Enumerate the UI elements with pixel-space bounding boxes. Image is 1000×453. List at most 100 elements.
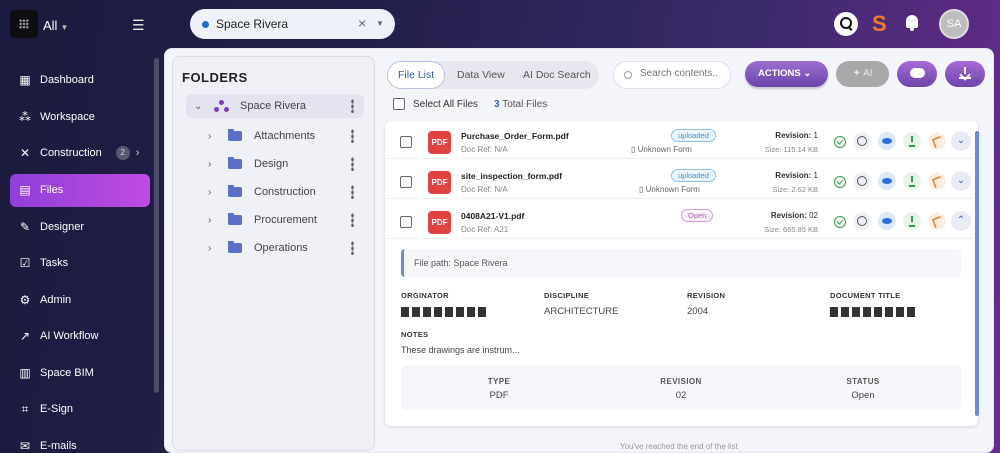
user-avatar[interactable]: SA (939, 9, 969, 39)
chevron-right-icon[interactable]: › (208, 187, 220, 198)
clipboard-icon: ▯ (639, 185, 644, 194)
file-path: File path: Space Rivera (401, 249, 961, 277)
tab-file-list[interactable]: File List (387, 61, 446, 89)
more-options-icon[interactable] (351, 185, 354, 199)
file-name[interactable]: Purchase_Order_Form.pdf (461, 131, 569, 141)
ai-button[interactable]: ✦ AI (836, 61, 889, 87)
view-icon[interactable] (878, 172, 896, 190)
row-checkbox[interactable] (400, 136, 412, 148)
folder-icon (228, 157, 242, 169)
more-options-icon[interactable] (351, 99, 354, 113)
status-label: STATUS (846, 377, 880, 386)
project-name: Space Rivera (216, 17, 289, 31)
history-icon[interactable] (853, 132, 871, 150)
expand-chevron-down-icon[interactable]: ⌄ (951, 171, 971, 191)
count-badge: 2 (115, 146, 130, 161)
status-badge: uploaded (671, 129, 716, 142)
bim-icon: ▥ (19, 365, 31, 380)
collapse-chevron-up-icon[interactable]: ⌃ (951, 211, 971, 231)
sidebar-item-files[interactable]: ▤ Files (10, 173, 150, 207)
clipboard-icon: ▯ (631, 145, 636, 154)
more-options-icon[interactable] (351, 241, 354, 255)
sidebar-item-designer[interactable]: ✎ Designer (0, 209, 160, 246)
folder-root[interactable]: ⌄ Space Rivera (186, 94, 364, 118)
share-icon[interactable] (928, 212, 946, 230)
table-row[interactable]: PDF site_inspection_form.pdf Doc Ref: N/… (385, 163, 973, 199)
view-icon[interactable] (878, 212, 896, 230)
file-info-box: TYPE PDF REVISION 02 STATUS Open (401, 365, 961, 410)
upload-button[interactable] (897, 61, 937, 87)
clear-project-icon[interactable]: × (358, 15, 366, 31)
folder-icon (228, 213, 242, 225)
chevron-down-icon[interactable]: ⌄ (194, 101, 206, 112)
sidebar-item-e-sign[interactable]: ⌗ E-Sign (0, 391, 160, 428)
chevron-right-icon[interactable]: › (208, 131, 220, 142)
status-value: Open (851, 390, 875, 401)
info-revision-value: 02 (675, 390, 687, 401)
doc-ref: Doc Ref: N/A (461, 185, 508, 194)
sidebar-item-construction[interactable]: ✕ Construction 2 › (0, 135, 160, 172)
folder-item[interactable]: › Operations (186, 234, 364, 262)
tab-ai-doc-search[interactable]: AI Doc Search (523, 61, 591, 89)
sidebar-item-ai-workflow[interactable]: ↗ AI Workflow (0, 318, 160, 355)
row-actions (834, 132, 953, 150)
expand-chevron-down-icon[interactable]: ⌄ (951, 131, 971, 151)
folder-item[interactable]: › Procurement (186, 206, 364, 234)
table-row[interactable]: PDF Purchase_Order_Form.pdf Doc Ref: N/A… (385, 123, 973, 159)
row-checkbox[interactable] (400, 216, 412, 228)
sidebar: ▦ Dashboard ⁂ Workspace ✕ Construction 2 › ▤ F… (0, 62, 160, 453)
select-all-bar: Select All Files 3 Total Files (393, 98, 547, 110)
check-circle-icon (834, 176, 846, 188)
folder-item[interactable]: › Construction (186, 178, 364, 206)
sidebar-scrollbar[interactable] (154, 58, 159, 393)
brand-icon[interactable]: S (872, 11, 890, 37)
history-icon[interactable] (853, 212, 871, 230)
workspace-icon: ⁂ (19, 109, 31, 124)
row-actions (834, 212, 953, 230)
search-input[interactable] (640, 68, 728, 79)
discipline-label: DISCIPLINE (544, 291, 590, 300)
grid-icon: ▦ (19, 73, 31, 88)
sidebar-item-admin[interactable]: ⚙ Admin (0, 282, 160, 319)
app-logo[interactable] (10, 10, 38, 38)
more-options-icon[interactable] (351, 129, 354, 143)
view-icon[interactable] (878, 132, 896, 150)
file-name[interactable]: 0408A21-V1.pdf (461, 211, 524, 221)
workspace-selector[interactable]: All ▼ (43, 18, 68, 33)
chevron-right-icon[interactable]: › (208, 159, 220, 170)
history-icon[interactable] (853, 172, 871, 190)
caret-down-icon[interactable]: ▼ (376, 19, 384, 28)
collapse-sidebar-icon[interactable]: ☰ (132, 17, 145, 34)
file-size: Size: 2.62 KB (772, 185, 818, 194)
sidebar-item-dashboard[interactable]: ▦ Dashboard (0, 62, 160, 99)
more-options-icon[interactable] (351, 213, 354, 227)
sign-icon: ⌗ (21, 401, 29, 416)
sidebar-item-space-bim[interactable]: ▥ Space BIM (0, 355, 160, 392)
row-checkbox[interactable] (400, 176, 412, 188)
download-button[interactable] (945, 61, 985, 87)
tab-data-view[interactable]: Data View (457, 61, 505, 89)
sidebar-item-tasks[interactable]: ☑ Tasks (0, 245, 160, 282)
more-options-icon[interactable] (351, 157, 354, 171)
sidebar-item-e-mails[interactable]: ✉ E-mails (0, 428, 160, 453)
folder-item[interactable]: › Attachments (186, 122, 364, 150)
share-icon[interactable] (928, 132, 946, 150)
download-icon[interactable] (903, 172, 921, 190)
chevron-right-icon[interactable]: › (208, 215, 220, 226)
download-icon[interactable] (903, 132, 921, 150)
share-icon[interactable] (928, 172, 946, 190)
actions-button[interactable]: ACTIONS ⌄ (745, 61, 828, 87)
global-search-button[interactable] (834, 12, 858, 36)
sidebar-item-workspace[interactable]: ⁂ Workspace (0, 99, 160, 136)
folder-item[interactable]: › Design (186, 150, 364, 178)
project-selector[interactable]: Space Rivera × ▼ (190, 9, 395, 39)
file-name[interactable]: site_inspection_form.pdf (461, 171, 562, 181)
download-icon[interactable] (903, 212, 921, 230)
caret-down-icon: ▼ (60, 23, 69, 32)
chevron-right-icon[interactable]: › (136, 147, 140, 159)
select-all-checkbox[interactable] (393, 98, 405, 110)
notification-bell-icon[interactable] (906, 15, 918, 31)
chevron-right-icon[interactable]: › (208, 243, 220, 254)
list-scrollbar[interactable] (975, 131, 979, 416)
table-row[interactable]: PDF 0408A21-V1.pdf Doc Ref: A21 Open Rev… (385, 203, 973, 239)
